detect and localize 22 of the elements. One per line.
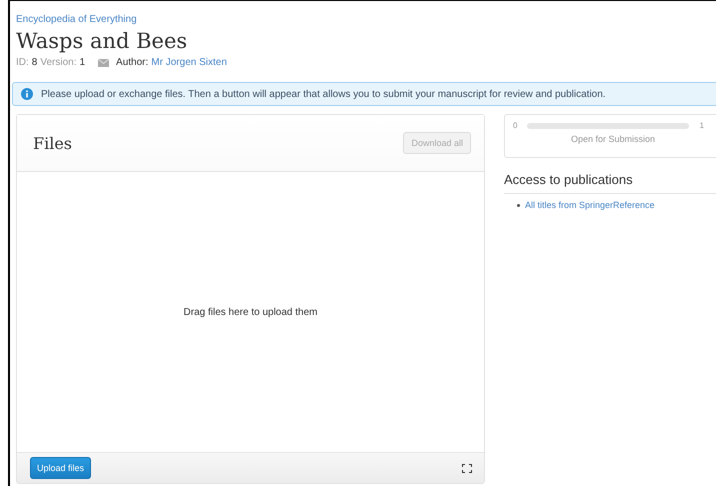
version-label: Version: (40, 57, 76, 68)
envelope-icon (98, 58, 110, 66)
author-label: Author: (116, 57, 148, 68)
progress-min: 0 (513, 121, 518, 130)
id-value: 8 (32, 57, 38, 68)
section-title: Access to publications (504, 172, 716, 194)
info-icon (21, 88, 33, 100)
breadcrumb-link[interactable]: Encyclopedia of Everything (16, 14, 137, 25)
version-value: 1 (79, 57, 86, 68)
progress-max: 1 (699, 121, 704, 130)
author-link[interactable]: Mr Jorgen Sixten (151, 57, 227, 68)
publication-link[interactable]: All titles from SpringerReference (525, 200, 655, 210)
panel-title: Files (33, 134, 72, 152)
bullet-icon (517, 204, 520, 206)
dropzone[interactable]: Drag files here to upload them (17, 172, 484, 452)
status-text: Open for Submission (570, 134, 656, 144)
dropzone-text: Drag files here to upload them (184, 306, 318, 318)
alert-text: Please upload or exchange files. Then a button will appear that allows you to submit your manuscript for review and publication. (41, 88, 606, 100)
upload-files-button[interactable]: Upload files (30, 457, 92, 479)
fullscreen-icon[interactable] (462, 464, 472, 472)
page-title: Wasps and Bees (16, 29, 188, 53)
id-label: ID: (16, 57, 29, 68)
